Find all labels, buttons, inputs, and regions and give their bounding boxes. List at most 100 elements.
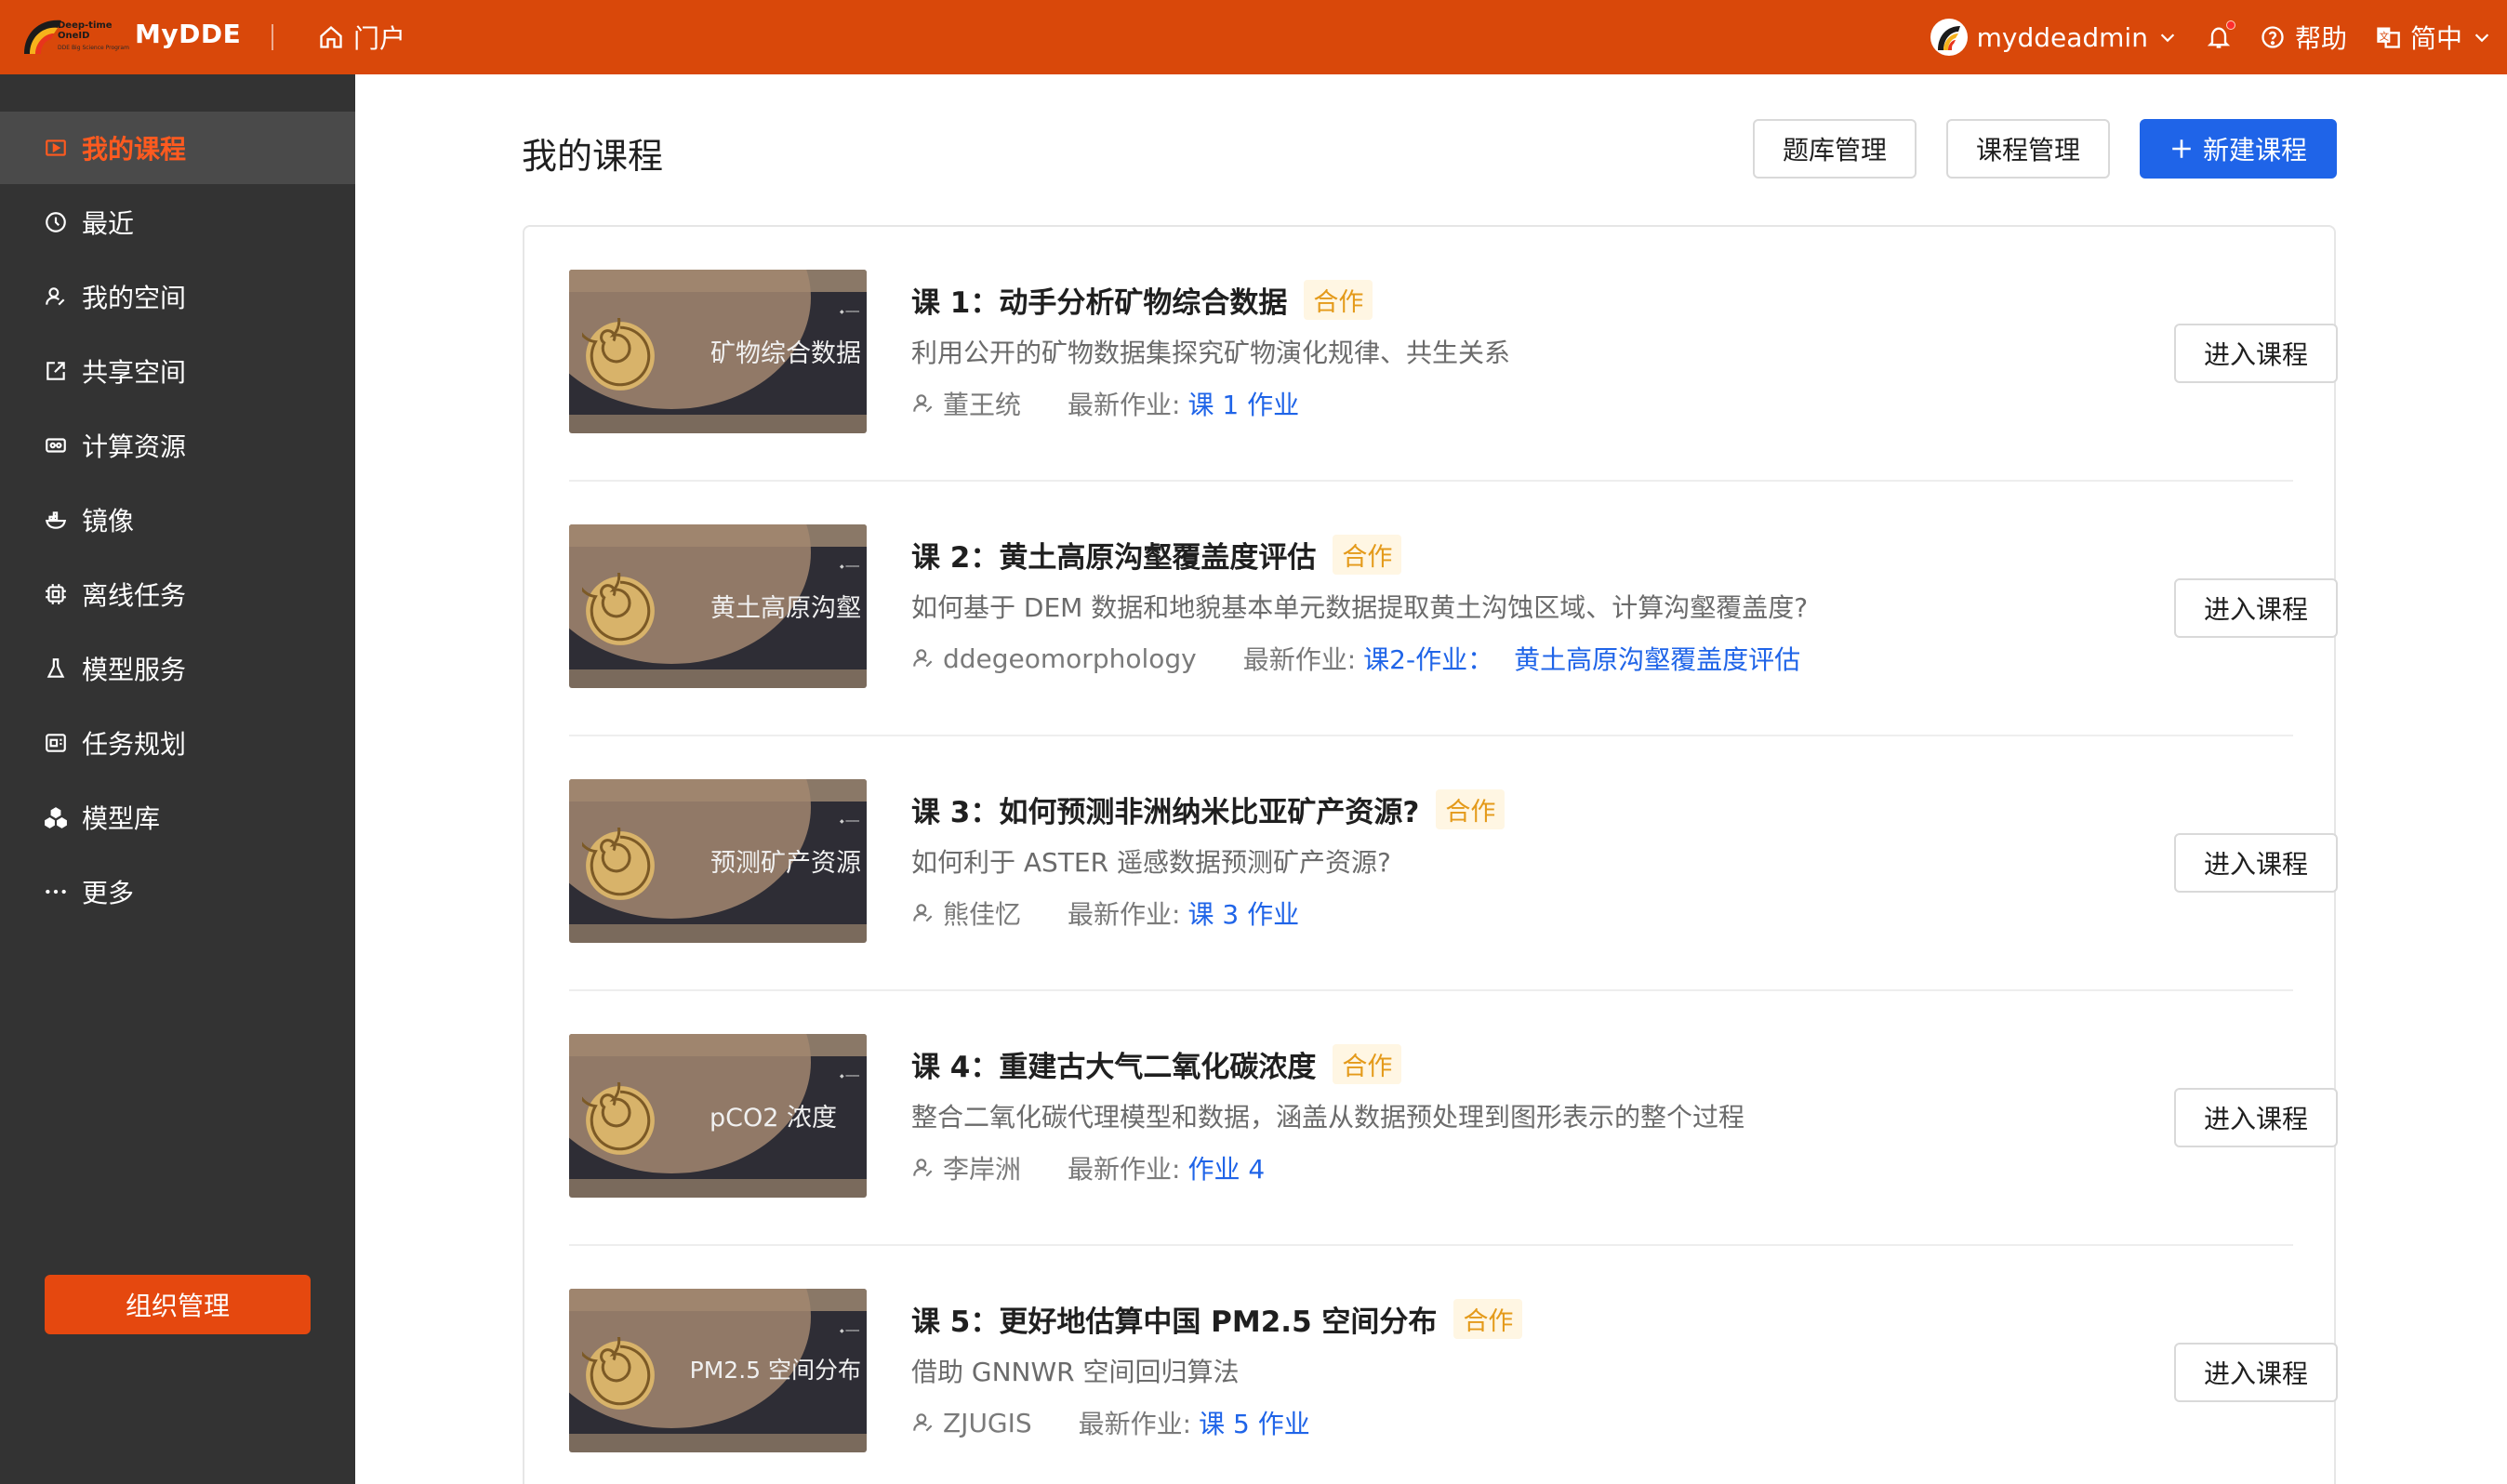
- course-meta: ddegeomorphology 最新作业: 课2-作业： 黄土高原沟壑覆盖度评…: [911, 640, 1800, 677]
- course-author: 李岸洲: [911, 1149, 1021, 1186]
- sidebar-item-label: 我的课程: [82, 134, 187, 165]
- shell-icon: [582, 318, 655, 391]
- brand-name[interactable]: MyDDE: [135, 19, 241, 49]
- cubes-icon: [43, 804, 69, 830]
- sidebar-item-my-courses[interactable]: 我的课程: [0, 112, 355, 184]
- org-manage-button[interactable]: 组织管理: [45, 1275, 311, 1334]
- homework-link[interactable]: 课 3 作业: [1187, 894, 1299, 932]
- sidebar: 我的课程 最近 我的空间 共享空间 计算资源 镜像 离线任务 模型服务 任务规划…: [0, 74, 355, 1484]
- help-link[interactable]: 帮助: [2260, 19, 2347, 56]
- portal-link[interactable]: 门户: [318, 19, 405, 56]
- collab-tag: 合作: [1333, 1044, 1402, 1084]
- avatar: [1930, 19, 1968, 56]
- sidebar-item-label: 更多: [82, 878, 135, 908]
- course-thumbnail: ◆ ━━━━ 预测矿产资源: [569, 779, 867, 943]
- thumbnail-title: pCO2 浓度: [709, 1104, 837, 1133]
- page-title: 我的课程: [522, 136, 664, 177]
- latest-homework-label: 最新作业:: [1242, 644, 1357, 675]
- user-icon: [913, 394, 933, 413]
- course-thumbnail: ◆ ━━━━ PM2.5 空间分布: [569, 1289, 867, 1452]
- collab-tag: 合作: [1304, 280, 1373, 320]
- course-icon: [43, 135, 69, 161]
- thumbnail-title: 预测矿产资源: [710, 849, 861, 878]
- course-item[interactable]: ◆ ━━━━ 矿物综合数据 课 1：动手分析矿物综合数据 合作 利用公开的矿物数…: [569, 227, 2338, 482]
- clock-icon: [43, 209, 69, 235]
- collab-tag: 合作: [1333, 535, 1402, 575]
- course-thumbnail: ◆ ━━━━ 黄土高原沟壑: [569, 524, 867, 688]
- latest-homework-label: 最新作业:: [1078, 1409, 1192, 1439]
- task-icon: [43, 581, 69, 607]
- course-item[interactable]: ◆ ━━━━ pCO2 浓度 课 4：重建古大气二氧化碳浓度 合作 整合二氧化碳…: [569, 991, 2338, 1246]
- enter-course-button[interactable]: 进入课程: [2174, 578, 2338, 638]
- header-divider: [272, 24, 273, 50]
- user-icon: [913, 904, 933, 922]
- enter-course-button[interactable]: 进入课程: [2174, 1343, 2338, 1402]
- course-description: 如何利于 ASTER 遥感数据预测矿产资源?: [911, 847, 1391, 878]
- sidebar-item-my-space[interactable]: 我的空间: [0, 260, 355, 333]
- help-icon: [2262, 26, 2284, 48]
- notification-dot: [2225, 20, 2235, 30]
- course-title[interactable]: 课 4：重建古大气二氧化碳浓度 合作: [911, 1043, 1402, 1085]
- new-course-button[interactable]: 新建课程: [2140, 119, 2337, 179]
- course-list: ◆ ━━━━ 矿物综合数据 课 1：动手分析矿物综合数据 合作 利用公开的矿物数…: [523, 225, 2338, 1484]
- latest-homework-label: 最新作业:: [1068, 899, 1181, 930]
- course-author: 熊佳忆: [911, 894, 1021, 932]
- sidebar-item-recent[interactable]: 最近: [0, 186, 355, 258]
- shell-icon: [582, 573, 655, 645]
- course-title[interactable]: 课 3：如何预测非洲纳米比亚矿产资源? 合作: [911, 788, 1506, 830]
- sidebar-item-label: 共享空间: [82, 357, 187, 388]
- flask-icon: [43, 656, 69, 682]
- sidebar-item-label: 离线任务: [82, 580, 187, 611]
- user-icon: [913, 649, 933, 668]
- latest-homework-label: 最新作业:: [1068, 1154, 1181, 1185]
- new-course-label: 新建课程: [2202, 135, 2307, 166]
- language-switch[interactable]: 文 简中: [2375, 19, 2492, 56]
- course-item[interactable]: ◆ ━━━━ 预测矿产资源 课 3：如何预测非洲纳米比亚矿产资源? 合作 如何利…: [569, 736, 2338, 991]
- top-header: Deep-time OneID DDE Big Science Program …: [0, 0, 2507, 74]
- more-icon: [43, 879, 69, 905]
- enter-course-button[interactable]: 进入课程: [2174, 833, 2338, 893]
- sidebar-item-image[interactable]: 镜像: [0, 484, 355, 556]
- course-thumbnail: ◆ ━━━━ 矿物综合数据: [569, 270, 867, 433]
- logo-text: Deep-time OneID: [58, 20, 113, 41]
- compute-icon: [43, 432, 69, 458]
- course-author: 董王统: [911, 385, 1021, 422]
- user-menu[interactable]: myddeadmin: [1930, 19, 2178, 56]
- sidebar-item-model-library[interactable]: 模型库: [0, 781, 355, 854]
- course-title[interactable]: 课 2：黄土高原沟壑覆盖度评估 合作: [911, 534, 1402, 576]
- sidebar-item-label: 任务规划: [82, 729, 187, 760]
- thumb-watermark-icon: ◆ ━━━━: [840, 1073, 859, 1080]
- enter-course-button[interactable]: 进入课程: [2174, 1088, 2338, 1147]
- sidebar-item-model-service[interactable]: 模型服务: [0, 632, 355, 705]
- course-manage-button[interactable]: 课程管理: [1946, 119, 2110, 179]
- homework-link[interactable]: 黄土高原沟壑覆盖度评估: [1514, 640, 1800, 677]
- sidebar-item-shared-space[interactable]: 共享空间: [0, 335, 355, 407]
- image-icon: [43, 507, 69, 533]
- sidebar-item-label: 模型服务: [82, 655, 187, 685]
- course-title[interactable]: 课 5：更好地估算中国 PM2.5 空间分布 合作: [911, 1298, 1523, 1340]
- course-author: ddegeomorphology: [911, 643, 1197, 674]
- sidebar-item-label: 我的空间: [82, 283, 187, 313]
- course-item[interactable]: ◆ ━━━━ PM2.5 空间分布 课 5：更好地估算中国 PM2.5 空间分布…: [569, 1246, 2338, 1484]
- homework-link[interactable]: 课2-作业：: [1363, 640, 1493, 677]
- sidebar-item-compute[interactable]: 计算资源: [0, 409, 355, 482]
- question-bank-button[interactable]: 题库管理: [1753, 119, 1917, 179]
- course-item[interactable]: ◆ ━━━━ 黄土高原沟壑 课 2：黄土高原沟壑覆盖度评估 合作 如何基于 DE…: [569, 482, 2338, 736]
- homework-link[interactable]: 课 5 作业: [1199, 1404, 1310, 1441]
- notification-button[interactable]: [2206, 20, 2235, 50]
- logo[interactable]: Deep-time OneID DDE Big Science Program: [20, 13, 129, 60]
- course-meta: 李岸洲 最新作业: 作业 4: [911, 1149, 1265, 1186]
- header-right: myddeadmin 帮助 文 简中: [1930, 17, 2492, 58]
- sidebar-item-label: 最近: [82, 208, 135, 239]
- sidebar-item-task-planning[interactable]: 任务规划: [0, 707, 355, 779]
- course-title[interactable]: 课 1：动手分析矿物综合数据 合作: [911, 279, 1373, 321]
- sidebar-item-more[interactable]: 更多: [0, 855, 355, 928]
- homework-link[interactable]: 作业 4: [1187, 1149, 1265, 1186]
- enter-course-button[interactable]: 进入课程: [2174, 324, 2338, 383]
- sidebar-item-offline-tasks[interactable]: 离线任务: [0, 558, 355, 630]
- course-description: 整合二氧化碳代理模型和数据，涵盖从数据预处理到图形表示的整个过程: [911, 1102, 1745, 1133]
- latest-homework-label: 最新作业:: [1068, 390, 1181, 420]
- homework-link[interactable]: 课 1 作业: [1187, 385, 1299, 422]
- sidebar-item-label: 模型库: [82, 803, 161, 834]
- sidebar-item-label: 计算资源: [82, 431, 187, 462]
